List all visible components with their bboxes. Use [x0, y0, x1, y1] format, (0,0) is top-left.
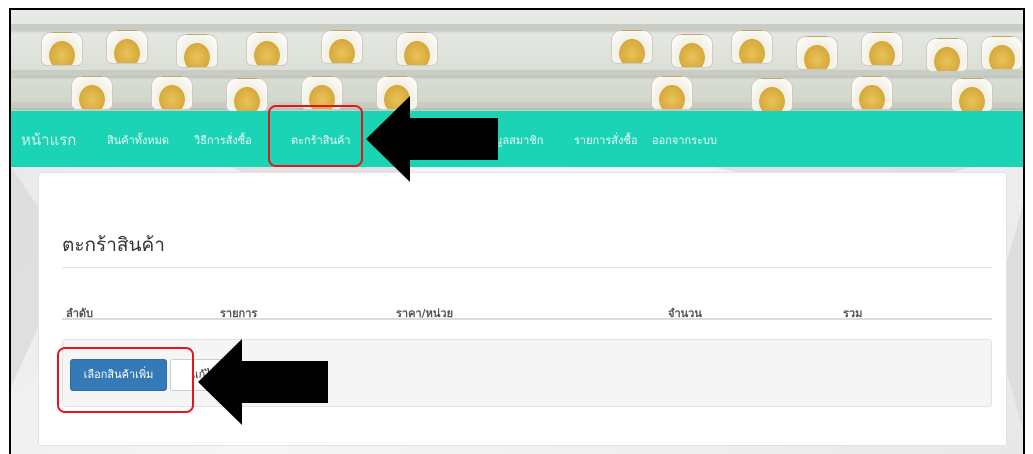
- table-header-divider: [62, 318, 992, 320]
- nav-item-order-list[interactable]: รายการสั่งซื้อ: [574, 131, 637, 149]
- nav-item-logout[interactable]: ออกจากระบบ: [652, 131, 717, 149]
- banner-jar: [951, 78, 993, 111]
- banner-jar: [246, 32, 288, 66]
- left-arrow-icon: [198, 339, 328, 425]
- banner-jar: [731, 30, 773, 64]
- left-arrow-icon: [366, 96, 498, 182]
- banner-jar: [981, 36, 1023, 70]
- banner-jar: [671, 34, 713, 68]
- highlight-box-continue-button: [57, 347, 194, 413]
- banner-jar: [71, 76, 113, 110]
- highlight-box-cart-nav: [268, 105, 363, 167]
- nav-item-home[interactable]: หน้าแรก: [21, 128, 76, 152]
- banner-jar: [396, 32, 438, 66]
- nav-item-all-products[interactable]: สินค้าทั้งหมด: [107, 131, 169, 149]
- banner-jar: [926, 38, 968, 72]
- banner-jar: [176, 34, 218, 68]
- banner-jar: [851, 76, 893, 110]
- page-title: ตะกร้าสินค้า: [62, 234, 165, 256]
- header-banner-image: [11, 10, 1023, 111]
- banner-jar: [751, 78, 793, 111]
- banner-jar: [151, 76, 193, 110]
- divider: [62, 267, 992, 268]
- banner-jar: [41, 32, 83, 66]
- banner-jar: [106, 30, 148, 64]
- banner-jar: [321, 30, 363, 64]
- banner-jar: [651, 76, 693, 110]
- banner-jar: [611, 30, 653, 64]
- banner-jar: [861, 32, 903, 66]
- banner-jar: [226, 78, 268, 111]
- main-navbar: หน้าแรก สินค้าทั้งหมด วิธีการสั่งซื้อ ตะ…: [11, 111, 1023, 167]
- banner-jar: [796, 36, 838, 70]
- nav-item-how-to-order[interactable]: วิธีการสั่งซื้อ: [194, 131, 252, 149]
